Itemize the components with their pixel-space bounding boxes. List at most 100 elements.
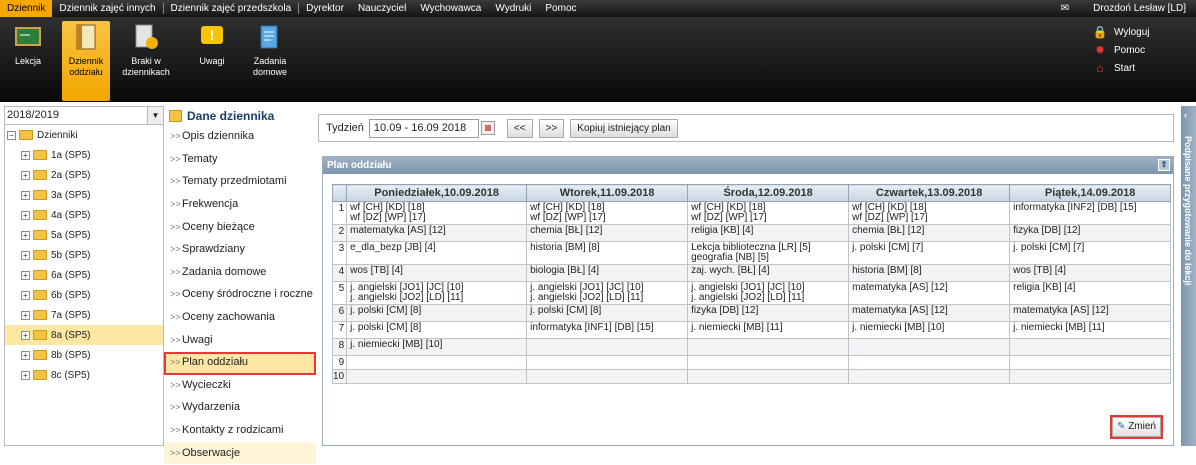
tree-class-item[interactable]: +4a (SP5) [5,205,163,225]
timetable-cell[interactable] [346,355,528,370]
tree-class-item[interactable]: +3a (SP5) [5,185,163,205]
timetable-cell[interactable]: j. polski [CM] [8] [346,321,528,339]
timetable-cell[interactable] [1009,355,1172,370]
timetable-cell[interactable]: matematyka [AS] [12] [848,281,1011,305]
menu-tab-wychowawca[interactable]: Wychowawca [413,0,488,17]
tree-class-item[interactable]: +8a (SP5) [5,325,163,345]
tree-class-item[interactable]: +2a (SP5) [5,165,163,185]
timetable-cell[interactable]: fizyka [DB] [12] [1009,224,1172,242]
timetable-cell[interactable]: Lekcja biblioteczna [LR] [5] geografia [N… [687,241,850,265]
zadania-domowe-button[interactable]: Zadania domowe [246,21,294,101]
timetable-cell[interactable]: matematyka [AS] [12] [346,224,528,242]
nav-item[interactable]: >> Oceny bieżące [164,216,316,239]
tree-root[interactable]: − Dzienniki [5,125,163,145]
expand-icon[interactable]: + [21,150,30,160]
expand-icon[interactable]: + [21,270,30,280]
timetable-cell[interactable]: j. polski [CM] [8] [526,304,689,322]
calendar-icon[interactable]: ▦ [480,121,495,135]
expand-icon[interactable]: + [21,350,30,360]
timetable-cell[interactable]: informatyka [INF2] [DB] [15] [1009,201,1172,225]
expand-icon[interactable]: + [21,310,30,320]
timetable-cell[interactable]: j. polski [CM] [7] [1009,241,1172,265]
timetable-cell[interactable]: biologia [BŁ] [4] [526,264,689,282]
timetable-cell[interactable] [848,338,1011,356]
timetable-cell[interactable]: wf [CH] [KD] [18] wf [DZ] [WP] [17] [526,201,689,225]
nav-item[interactable]: >> Tematy przedmiotami [164,171,316,194]
nav-item[interactable]: >> Oceny śródroczne i roczne [164,284,316,307]
side-collapsed-panel[interactable]: ‹ Podpisane przygotowanie do lekcji [1181,106,1196,446]
timetable-cell[interactable] [687,338,850,356]
timetable-cell[interactable] [1009,369,1172,384]
messages-icon[interactable]: ✉ [1061,3,1069,14]
nav-item[interactable]: >> Zadania domowe [164,262,316,285]
collapse-panel-icon[interactable]: ⇧ [1158,159,1170,171]
menu-tab-wydruki[interactable]: Wydruki [488,0,538,17]
expand-icon[interactable]: + [21,230,30,240]
menu-tab-pomoc[interactable]: Pomoc [538,0,583,17]
timetable-cell[interactable]: chemia [BŁ] [12] [848,224,1011,242]
timetable-cell[interactable] [687,369,850,384]
collapse-icon[interactable]: − [7,130,16,140]
timetable-cell[interactable]: matematyka [AS] [12] [1009,304,1172,322]
timetable-cell[interactable] [848,355,1011,370]
week-input[interactable]: 10.09 - 16.09 2018 [368,118,479,138]
timetable-cell[interactable]: e_dla_bezp [JB] [4] [346,241,528,265]
copy-plan-button[interactable]: Kopiuj istniejący plan [570,118,678,138]
timetable-cell[interactable] [526,369,689,384]
timetable-cell[interactable]: wos [TB] [4] [346,264,528,282]
nav-item[interactable]: >> Wydarzenia [164,397,316,420]
expand-icon[interactable]: + [21,210,30,220]
timetable-cell[interactable]: fizyka [DB] [12] [687,304,850,322]
tree-class-item[interactable]: +8b (SP5) [5,345,163,365]
tree-class-item[interactable]: +5a (SP5) [5,225,163,245]
nav-item[interactable]: >> Wycieczki [164,375,316,398]
expand-icon[interactable]: + [21,170,30,180]
timetable-cell[interactable] [526,338,689,356]
timetable-cell[interactable]: wf [CH] [KD] [18] wf [DZ] [WP] [17] [687,201,850,225]
timetable-cell[interactable]: j. polski [CM] [7] [848,241,1011,265]
timetable-cell[interactable]: matematyka [AS] [12] [848,304,1011,322]
nav-item[interactable]: >> Frekwencja [164,194,316,217]
timetable-cell[interactable]: informatyka [INF1] [DB] [15] [526,321,689,339]
timetable-cell[interactable]: j. angielski [JO1] [JC] [10] j. angielski… [687,281,850,305]
uwagi-button[interactable]: ! Uwagi [188,21,236,101]
nav-item[interactable]: >> Opis dziennika [164,126,316,149]
timetable-cell[interactable]: wf [CH] [KD] [18] wf [DZ] [WP] [17] [346,201,528,225]
timetable-cell[interactable] [346,369,528,384]
timetable-cell[interactable]: chemia [BŁ] [12] [526,224,689,242]
timetable-cell[interactable]: zaj. wych. [BŁ] [4] [687,264,850,282]
nav-item[interactable]: >> Oceny zachowania [164,307,316,330]
timetable-cell[interactable]: historia [BM] [8] [526,241,689,265]
timetable-cell[interactable]: religia [KB] [4] [1009,281,1172,305]
timetable-cell[interactable]: j. polski [CM] [8] [346,304,528,322]
timetable-cell[interactable]: wf [CH] [KD] [18] wf [DZ] [WP] [17] [848,201,1011,225]
timetable-cell[interactable]: j. angielski [JO1] [JC] [10] j. angielski… [346,281,528,305]
expand-icon[interactable]: + [21,290,30,300]
timetable-cell[interactable]: j. niemiecki [MB] [10] [848,321,1011,339]
timetable-cell[interactable] [848,369,1011,384]
tree-class-item[interactable]: +8c (SP5) [5,365,163,385]
school-year-select[interactable]: 2018/2019 ▼ [5,107,163,125]
menu-tab-nauczyciel[interactable]: Nauczyciel [351,0,413,17]
expand-icon[interactable]: + [21,250,30,260]
timetable-cell[interactable] [687,355,850,370]
dziennik-oddzialu-button[interactable]: Dziennik oddziału [62,21,110,101]
nav-item[interactable]: >> Plan oddziału [164,351,316,375]
prev-week-button[interactable]: << [506,118,533,138]
menu-tab-dziennik-zajec-innych[interactable]: Dziennik zajęć innych [52,0,162,17]
timetable-cell[interactable] [1009,338,1172,356]
timetable-cell[interactable] [526,355,689,370]
tree-class-item[interactable]: +5b (SP5) [5,245,163,265]
timetable-cell[interactable]: wos [TB] [4] [1009,264,1172,282]
nav-item[interactable]: >> Uwagi [164,329,316,352]
nav-item[interactable]: >> Tematy [164,149,316,172]
lekcja-button[interactable]: Lekcja [4,21,52,101]
timetable-cell[interactable]: j. niemiecki [MB] [11] [1009,321,1172,339]
menu-tab-dziennik[interactable]: Dziennik [0,0,53,17]
expand-icon[interactable]: + [21,330,30,340]
braki-button[interactable]: Braki w dziennikach [120,21,172,101]
tree-class-item[interactable]: +1a (SP5) [5,145,163,165]
nav-item[interactable]: >> Kontakty z rodzicami [164,420,316,443]
wyloguj-link[interactable]: 🔒 Wyloguj [1092,23,1182,41]
tree-class-item[interactable]: +6a (SP5) [5,265,163,285]
